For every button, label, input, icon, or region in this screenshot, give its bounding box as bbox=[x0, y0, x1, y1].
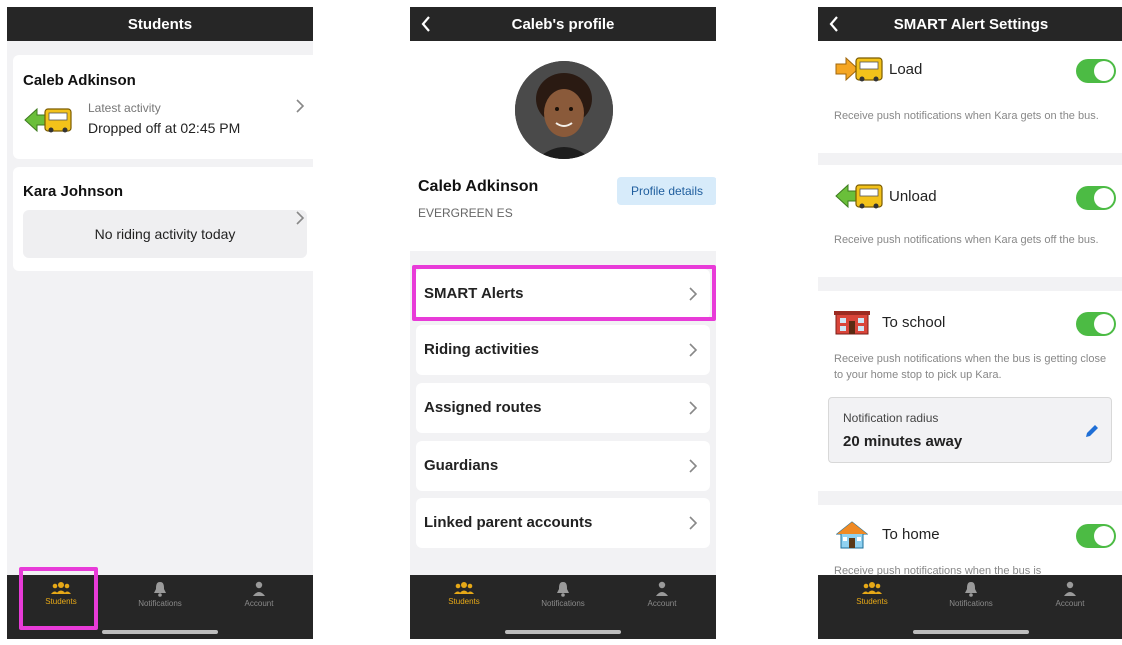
tab-label: Notifications bbox=[541, 599, 585, 608]
alert-title: To home bbox=[882, 526, 940, 543]
students-screen: Students Caleb Adkinson Latest activity … bbox=[7, 7, 313, 639]
home-indicator bbox=[102, 630, 218, 634]
person-icon bbox=[253, 581, 265, 596]
page-title: Students bbox=[127, 15, 193, 33]
bell-icon bbox=[965, 582, 977, 597]
chevron-right-icon bbox=[689, 343, 698, 357]
latest-activity-label: Latest activity bbox=[88, 101, 161, 115]
alert-title: Unload bbox=[889, 188, 937, 205]
bus-load-icon bbox=[834, 55, 886, 88]
avatar bbox=[515, 61, 613, 159]
tab-students[interactable]: Students bbox=[832, 581, 912, 621]
chevron-right-icon bbox=[689, 516, 698, 530]
chevron-right-icon bbox=[296, 99, 305, 113]
smart-alert-settings-screen: SMART Alert Settings Load Receive push n… bbox=[818, 7, 1122, 639]
profile-header: Caleb's profile bbox=[410, 7, 716, 41]
edit-pencil-icon[interactable] bbox=[1085, 424, 1099, 438]
chevron-right-icon bbox=[296, 211, 305, 225]
school-name: EVERGREEN ES bbox=[418, 206, 513, 220]
bus-unload-icon bbox=[834, 182, 886, 215]
alert-title: To school bbox=[882, 314, 946, 331]
menu-item-guardians[interactable]: Guardians bbox=[416, 441, 710, 491]
student-card-kara[interactable]: Kara Johnson No riding activity today bbox=[13, 167, 313, 271]
tab-label: Students bbox=[448, 597, 480, 606]
alert-description: Receive push notifications when Kara get… bbox=[834, 234, 1099, 246]
bell-icon bbox=[557, 582, 569, 597]
school-icon bbox=[834, 309, 870, 340]
no-activity-box: No riding activity today bbox=[23, 210, 307, 258]
latest-activity-value: Dropped off at 02:45 PM bbox=[88, 120, 241, 136]
notification-radius-box[interactable]: Notification radius 20 minutes away bbox=[828, 397, 1112, 463]
tab-label: Students bbox=[856, 597, 888, 606]
student-photo-icon bbox=[515, 61, 613, 159]
unload-toggle[interactable] bbox=[1076, 186, 1116, 210]
chevron-left-icon bbox=[829, 16, 838, 32]
tab-students[interactable]: Students bbox=[424, 581, 504, 621]
bell-icon bbox=[154, 582, 166, 597]
student-name: Caleb Adkinson bbox=[23, 72, 136, 89]
to-home-toggle[interactable] bbox=[1076, 524, 1116, 548]
alert-description: Receive push notifications when the bus … bbox=[834, 353, 1107, 381]
alert-section-to-school: To school Receive push notifications whe… bbox=[818, 291, 1122, 491]
tab-notifications[interactable]: Notifications bbox=[120, 581, 200, 621]
chevron-right-icon bbox=[689, 401, 698, 415]
menu-item-label: Guardians bbox=[424, 457, 499, 474]
tab-label: Account bbox=[244, 599, 274, 608]
tab-notifications[interactable]: Notifications bbox=[931, 581, 1011, 621]
highlight-smart-alerts bbox=[412, 265, 716, 321]
students-header: Students bbox=[7, 7, 313, 41]
tab-label: Account bbox=[1055, 599, 1085, 608]
highlight-students-tab bbox=[19, 567, 98, 630]
chevron-right-icon bbox=[689, 459, 698, 473]
menu-item-riding-activities[interactable]: Riding activities bbox=[416, 325, 710, 375]
profile-details-button[interactable]: Profile details bbox=[617, 177, 716, 205]
tab-bar: Students Notifications Account bbox=[410, 575, 716, 639]
menu-item-label: Linked parent accounts bbox=[424, 514, 593, 531]
profile-screen: Caleb's profile Caleb Adkinson EVERGREEN… bbox=[410, 7, 716, 639]
bus-unload-icon bbox=[23, 105, 75, 140]
alert-section-unload: Unload Receive push notifications when K… bbox=[818, 165, 1122, 277]
menu-item-assigned-routes[interactable]: Assigned routes bbox=[416, 383, 710, 433]
tab-notifications[interactable]: Notifications bbox=[523, 581, 603, 621]
page-title: Caleb's profile bbox=[511, 15, 615, 33]
person-icon bbox=[656, 581, 668, 596]
menu-item-linked-parent-accounts[interactable]: Linked parent accounts bbox=[416, 498, 710, 548]
page-title: SMART Alert Settings bbox=[893, 15, 1049, 33]
alert-description: Receive push notifications when Kara get… bbox=[834, 110, 1099, 122]
students-icon bbox=[862, 582, 882, 594]
radius-label: Notification radius bbox=[843, 411, 939, 425]
load-toggle[interactable] bbox=[1076, 59, 1116, 83]
tab-account[interactable]: Account bbox=[622, 581, 702, 621]
student-card-caleb[interactable]: Caleb Adkinson Latest activity Dropped o… bbox=[13, 55, 313, 159]
menu-item-label: Assigned routes bbox=[424, 399, 542, 416]
alert-section-load: Load Receive push notifications when Kar… bbox=[818, 41, 1122, 153]
back-button[interactable] bbox=[824, 13, 844, 35]
tab-bar: Students Notifications Account bbox=[818, 575, 1122, 639]
no-activity-text: No riding activity today bbox=[94, 226, 236, 242]
home-indicator bbox=[505, 630, 621, 634]
to-school-toggle[interactable] bbox=[1076, 312, 1116, 336]
tab-label: Account bbox=[647, 599, 677, 608]
student-name: Kara Johnson bbox=[23, 183, 124, 200]
menu-item-label: Riding activities bbox=[424, 341, 540, 358]
person-icon bbox=[1064, 581, 1076, 596]
students-icon bbox=[454, 582, 474, 594]
tab-label: Notifications bbox=[138, 599, 182, 608]
chevron-left-icon bbox=[421, 16, 430, 32]
home-indicator bbox=[913, 630, 1029, 634]
tab-account[interactable]: Account bbox=[219, 581, 299, 621]
tab-account[interactable]: Account bbox=[1030, 581, 1110, 621]
back-button[interactable] bbox=[416, 13, 436, 35]
student-name: Caleb Adkinson bbox=[418, 178, 539, 195]
settings-header: SMART Alert Settings bbox=[818, 7, 1122, 41]
radius-value: 20 minutes away bbox=[843, 433, 963, 450]
tab-label: Notifications bbox=[949, 599, 993, 608]
house-icon bbox=[835, 521, 869, 554]
alert-title: Load bbox=[889, 61, 923, 78]
